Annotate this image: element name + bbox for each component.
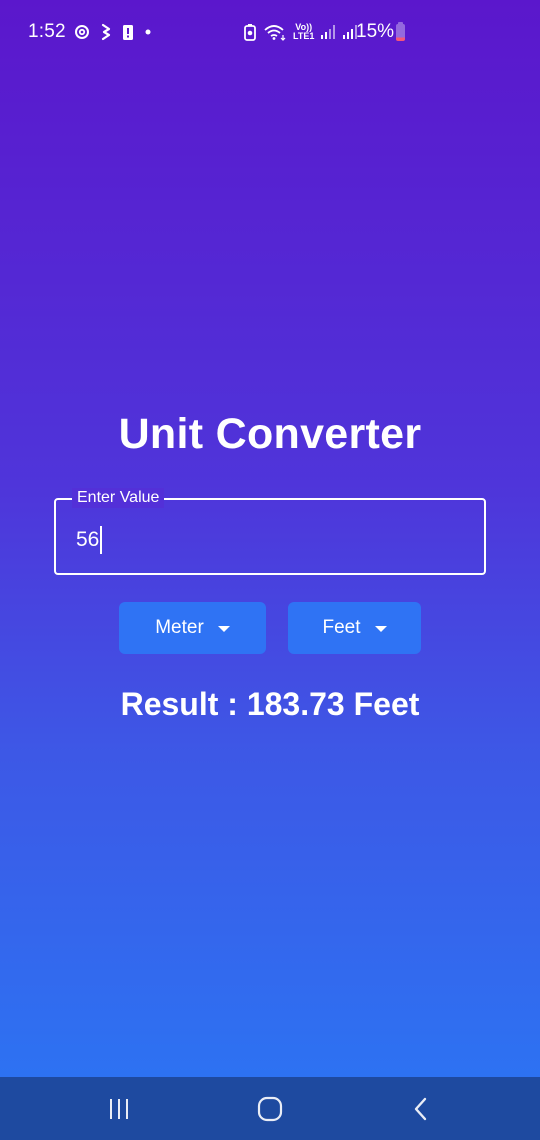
system-icons: Vo)) LTE1	[243, 22, 358, 42]
value-input[interactable]: 56	[76, 526, 103, 554]
back-button[interactable]	[396, 1091, 446, 1127]
home-button[interactable]	[245, 1091, 295, 1127]
wifi-icon	[263, 22, 287, 42]
back-icon	[412, 1097, 430, 1121]
navigation-bar	[0, 1077, 540, 1140]
result-text: Result : 183.73 Feet	[120, 686, 420, 722]
to-unit-dropdown[interactable]: Feet	[288, 602, 421, 654]
home-icon	[257, 1096, 283, 1122]
from-unit-dropdown[interactable]: Meter	[119, 602, 266, 654]
battery-percent: 15%	[356, 21, 395, 42]
volte-icon: Vo)) LTE1	[293, 22, 314, 42]
lte-label: LTE1	[293, 31, 315, 41]
value-input-field[interactable]: Enter Value 56	[54, 488, 486, 575]
chevron-down-icon	[217, 626, 230, 632]
notification-icons	[74, 22, 152, 42]
alert-icon	[122, 22, 134, 42]
value-input-text: 56	[76, 528, 100, 551]
text-cursor	[100, 526, 103, 554]
from-unit-label: Meter	[155, 617, 204, 638]
status-time: 1:52	[28, 21, 66, 42]
page-title: Unit Converter	[118, 410, 422, 458]
battery-saver-icon	[243, 22, 257, 42]
status-bar: 1:52 Vo)) LTE1 15%	[0, 0, 540, 64]
recents-icon	[107, 1099, 131, 1119]
app-screen: 1:52 Vo)) LTE1 15% Unit Converter Enter …	[0, 0, 540, 1077]
chevron-down-icon	[374, 626, 387, 632]
recents-button[interactable]	[94, 1091, 144, 1127]
threads-icon	[74, 22, 90, 42]
signal-icon	[320, 22, 336, 42]
eazypay-icon	[100, 22, 112, 42]
dot-icon	[144, 22, 152, 42]
value-input-label: Enter Value	[72, 488, 165, 508]
to-unit-label: Feet	[322, 617, 361, 638]
battery-icon	[396, 22, 405, 41]
